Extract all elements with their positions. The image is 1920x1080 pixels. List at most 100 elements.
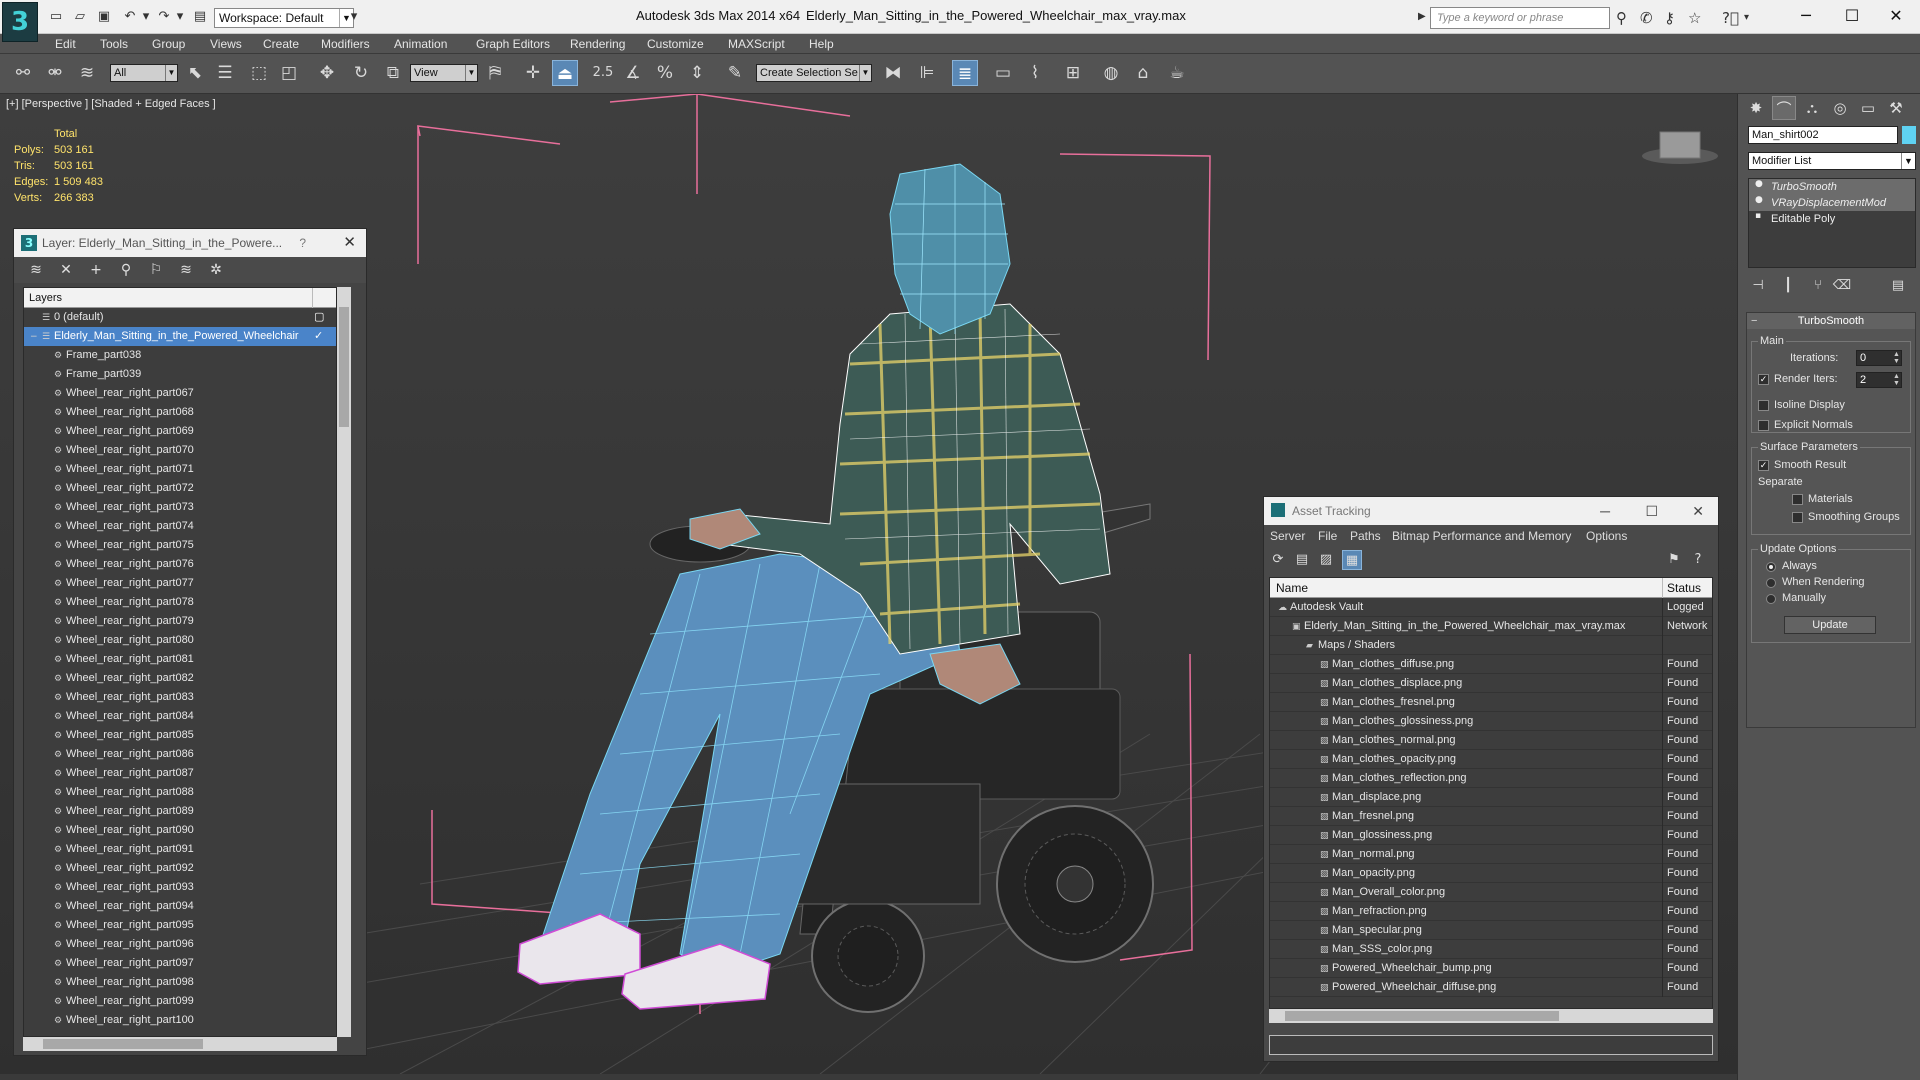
layer-object-item[interactable]: ⚙ Wheel_rear_right_part081: [24, 650, 336, 669]
keyboard-shortcut-override-icon[interactable]: ⏏: [552, 60, 578, 86]
layer-object-item[interactable]: ⚙ Wheel_rear_right_part080: [24, 631, 336, 650]
horizontal-scrollbar[interactable]: [23, 1037, 337, 1051]
mirror-icon[interactable]: ⧓: [880, 60, 906, 86]
utilities-tab-icon[interactable]: ⚒: [1884, 96, 1908, 120]
layer-object-item[interactable]: ⚙ Wheel_rear_right_part071: [24, 460, 336, 479]
scrollbar-thumb[interactable]: [43, 1039, 203, 1049]
hierarchy-tab-icon[interactable]: ⛬: [1800, 96, 1824, 120]
graphite-ribbon-icon[interactable]: ▭: [990, 60, 1016, 86]
object-name-field[interactable]: Man_shirt002: [1748, 126, 1898, 144]
asset-row[interactable]: ▧ Man_refraction.png Found: [1270, 902, 1712, 921]
bind-space-warp-icon[interactable]: ≋: [74, 60, 100, 86]
layer-object-item[interactable]: ⚙ Wheel_rear_right_part098: [24, 973, 336, 992]
smoothing-groups-checkbox[interactable]: [1792, 512, 1803, 523]
help-icon[interactable]: ?⃝: [1722, 9, 1739, 27]
lightbulb-icon[interactable]: ●: [1755, 195, 1763, 205]
layer-object-item[interactable]: ⚙ Wheel_rear_right_part087: [24, 764, 336, 783]
pivot-center-icon[interactable]: ⛿: [482, 60, 508, 86]
asset-row[interactable]: ▧ Man_clothes_glossiness.png Found: [1270, 712, 1712, 731]
display-tab-icon[interactable]: ▭: [1856, 96, 1880, 120]
select-object-icon[interactable]: ⬉: [182, 60, 208, 86]
asset-row[interactable]: ☁ Autodesk Vault Logged: [1270, 598, 1712, 617]
manually-radio[interactable]: [1766, 594, 1776, 604]
layer-object-item[interactable]: ⚙ Frame_part039: [24, 365, 336, 384]
create-layer-icon[interactable]: ≋: [26, 261, 46, 279]
menu-paths[interactable]: Paths: [1350, 529, 1381, 543]
thumbnail-view-icon[interactable]: ▨: [1316, 550, 1336, 570]
layer-tree[interactable]: Layers ☰ 0 (default) ▢ − ☰ Elderly_Man_Sitti…: [23, 287, 337, 1037]
layer-object-item[interactable]: ⚙ Wheel_rear_right_part095: [24, 916, 336, 935]
render-setup-icon[interactable]: ⌂: [1130, 60, 1156, 86]
asset-row[interactable]: ▧ Man_clothes_normal.png Found: [1270, 731, 1712, 750]
viewcube-icon[interactable]: [1642, 131, 1718, 164]
search-expand-icon[interactable]: ▶: [1418, 11, 1426, 22]
asset-row[interactable]: ▧ Man_clothes_reflection.png Found: [1270, 769, 1712, 788]
unlink-icon[interactable]: ⚮: [42, 60, 68, 86]
always-radio[interactable]: [1766, 562, 1776, 572]
menu-edit[interactable]: Edit: [55, 37, 76, 51]
layer-object-item[interactable]: ⚙ Wheel_rear_right_part076: [24, 555, 336, 574]
select-manipulate-icon[interactable]: ✛: [520, 60, 546, 86]
layer-object-item[interactable]: ⚙ Wheel_rear_right_part089: [24, 802, 336, 821]
layer-object-item[interactable]: ⚙ Frame_part038: [24, 346, 336, 365]
layer-object-item[interactable]: ⚙ Wheel_rear_right_part099: [24, 992, 336, 1011]
quick-access-dropdown-icon[interactable]: ▾: [346, 10, 362, 24]
menu-file[interactable]: File: [1318, 529, 1337, 543]
project-folder-icon[interactable]: ▤: [192, 10, 208, 24]
binoculars-icon[interactable]: ⚲: [1616, 9, 1627, 27]
layer-column-header[interactable]: Layers: [24, 288, 336, 308]
minimize-button[interactable]: ─: [1786, 4, 1826, 28]
menu-maxscript[interactable]: MAXScript: [728, 37, 785, 51]
layer-object-item[interactable]: ⚙ Wheel_rear_right_part078: [24, 593, 336, 612]
list-view-icon[interactable]: ▤: [1292, 550, 1312, 570]
edit-named-selection-icon[interactable]: ✎: [722, 60, 748, 86]
viewport-label[interactable]: [+] [Perspective ] [Shaded + Edged Faces…: [6, 98, 216, 110]
menu-server[interactable]: Server: [1270, 529, 1305, 543]
layer-object-item[interactable]: ⚙ Wheel_rear_right_part093: [24, 878, 336, 897]
stack-item-turbosmooth[interactable]: ● TurboSmooth: [1749, 179, 1915, 195]
rectangular-selection-icon[interactable]: ⬚: [246, 60, 272, 86]
menu-rendering[interactable]: Rendering: [570, 37, 625, 51]
layer-object-item[interactable]: ⚙ Wheel_rear_right_part084: [24, 707, 336, 726]
layer-object-item[interactable]: ⚙ Wheel_rear_right_part079: [24, 612, 336, 631]
angle-snap-icon[interactable]: ∡: [620, 60, 646, 86]
scale-icon[interactable]: ⧉: [380, 60, 406, 86]
save-file-icon[interactable]: ▣: [96, 10, 112, 24]
menu-bitmap-performance[interactable]: Bitmap Performance and Memory: [1392, 529, 1571, 543]
when-rendering-radio[interactable]: [1766, 578, 1776, 588]
move-icon[interactable]: ✥: [314, 60, 340, 86]
close-button[interactable]: ✕: [1876, 4, 1916, 28]
layer-object-item[interactable]: ⚙ Wheel_rear_right_part077: [24, 574, 336, 593]
refresh-icon[interactable]: ⟳: [1268, 550, 1288, 570]
asset-row[interactable]: ▧ Man_clothes_displace.png Found: [1270, 674, 1712, 693]
asset-row[interactable]: ▧ Man_clothes_diffuse.png Found: [1270, 655, 1712, 674]
undo-dropdown-icon[interactable]: ▾: [138, 10, 154, 24]
close-button[interactable]: ✕: [343, 229, 356, 257]
remove-modifier-icon[interactable]: ⌫: [1832, 276, 1852, 296]
undo-icon[interactable]: ↶: [122, 10, 138, 24]
object-color-swatch[interactable]: [1902, 126, 1916, 144]
materials-checkbox[interactable]: [1792, 494, 1803, 505]
menu-create[interactable]: Create: [263, 37, 299, 51]
menu-animation[interactable]: Animation: [394, 37, 447, 51]
rotate-icon[interactable]: ↻: [348, 60, 374, 86]
modifier-list-dropdown[interactable]: Modifier List ▼: [1748, 152, 1916, 170]
new-file-icon[interactable]: ▭: [48, 10, 64, 24]
update-button[interactable]: Update: [1784, 616, 1876, 634]
percent-snap-icon[interactable]: %: [652, 60, 678, 86]
select-objects-icon[interactable]: ⚲: [116, 261, 136, 279]
hide-all-layers-icon[interactable]: ≋: [176, 261, 196, 279]
asset-row[interactable]: ▧ Man_clothes_opacity.png Found: [1270, 750, 1712, 769]
menu-help[interactable]: Help: [809, 37, 834, 51]
link-icon[interactable]: ⚯: [10, 60, 36, 86]
layer-object-item[interactable]: ⚙ Wheel_rear_right_part100: [24, 1011, 336, 1030]
search-input[interactable]: Type a keyword or phrase: [1430, 7, 1610, 29]
favorites-star-icon[interactable]: ☆: [1688, 9, 1701, 27]
asset-row[interactable]: ▣ Elderly_Man_Sitting_in_the_Powered_Whee…: [1270, 617, 1712, 636]
iterations-spinner[interactable]: 0 ▲ ▼: [1856, 350, 1902, 366]
snaps-toggle-icon[interactable]: 2.5: [590, 60, 616, 86]
align-icon[interactable]: ⊫: [914, 60, 940, 86]
render-iters-spinner[interactable]: 2 ▲ ▼: [1856, 372, 1902, 388]
layer-object-item[interactable]: ⚙ Wheel_rear_right_part068: [24, 403, 336, 422]
column-name[interactable]: Name: [1276, 578, 1308, 598]
